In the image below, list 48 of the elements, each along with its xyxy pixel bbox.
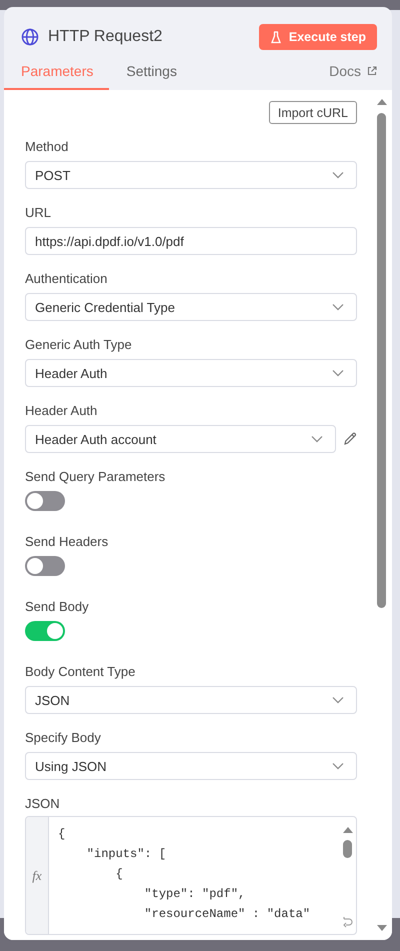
field-label: Body Content Type (25, 664, 136, 680)
chevron-down-icon (332, 171, 344, 179)
pencil-icon[interactable] (343, 432, 357, 446)
field-label: JSON (25, 796, 60, 812)
chevron-down-icon (332, 696, 344, 704)
field-label: Send Body (25, 599, 89, 615)
toggle-switch[interactable] (25, 556, 65, 576)
dropdown-select[interactable]: Header Auth (25, 359, 357, 387)
dropdown-select[interactable]: Generic Credential Type (25, 293, 357, 321)
toggle-switch[interactable] (25, 621, 65, 641)
chevron-down-icon (311, 435, 323, 443)
code-line: "inputs": [ (86, 846, 166, 863)
code-line: "resourceName" : "data" (143, 906, 310, 923)
dropdown-select[interactable]: Using JSON (25, 752, 357, 780)
dropdown-select[interactable]: POST (25, 161, 357, 189)
dropdown-select[interactable]: Header Auth account (25, 425, 336, 453)
field-label: Header Auth (25, 403, 98, 419)
field-label: Authentication (25, 271, 108, 287)
field-label: Method (25, 139, 68, 155)
scroll-down-icon[interactable] (376, 924, 388, 932)
external-link-icon (367, 66, 377, 76)
expression-label: fx (26, 817, 49, 934)
flask-icon (270, 30, 281, 44)
code-line: "type": "pdf", (143, 886, 246, 903)
dropdown-select[interactable]: JSON (25, 686, 357, 714)
docs-link[interactable]: Docs (329, 63, 377, 90)
chevron-down-icon (332, 762, 344, 770)
chevron-down-icon (332, 303, 344, 311)
chevron-down-icon (332, 369, 344, 377)
scroll-up-icon[interactable] (342, 826, 354, 834)
field-label: Send Query Parameters (25, 469, 166, 485)
resize-icon[interactable] (341, 915, 355, 929)
node-title: HTTP Request2 (48, 28, 164, 46)
field-label: URL (25, 205, 52, 221)
tab[interactable]: Settings (109, 63, 193, 90)
code-line: { (114, 866, 123, 883)
toggle-switch[interactable] (25, 491, 65, 511)
code-line: { (58, 826, 66, 843)
globe-icon (21, 28, 39, 46)
scroll-up-icon[interactable] (376, 98, 388, 106)
field-label: Specify Body (25, 730, 101, 746)
field-label: Generic Auth Type (25, 337, 132, 353)
url-input-field[interactable]: https://api.dpdf.io/v1.0/pdf (25, 227, 357, 255)
import-curl-button[interactable]: Import cURL (268, 101, 357, 124)
field-label: Send Headers (25, 534, 108, 550)
scroll-thumb[interactable] (377, 113, 386, 608)
scroll-thumb[interactable] (343, 840, 352, 858)
code-editor[interactable]: fx { "inputs": [ { "type": "pdf", "resourceName" : "data" (25, 816, 357, 935)
